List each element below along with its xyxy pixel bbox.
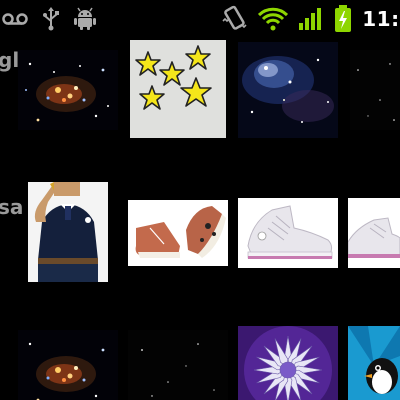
row-label-2: sa: [0, 195, 24, 219]
image-grid: gle sa: [0, 38, 400, 400]
android-debug-icon: [74, 7, 96, 31]
thumbnail-nebula-space[interactable]: [238, 42, 338, 138]
status-clock: 11:0: [362, 7, 400, 31]
thumbnail-dark-starfield[interactable]: [350, 50, 400, 130]
status-bar: 11:0: [0, 0, 400, 38]
thumbnail-galaxy-stars[interactable]: [18, 50, 118, 130]
battery-charging-icon: [334, 5, 352, 33]
thumbnail-brown-sneakers[interactable]: [128, 200, 228, 266]
usb-icon: [42, 7, 60, 31]
thumbnail-white-sneaker[interactable]: [238, 198, 338, 268]
thumbnail-dark-starfield-2[interactable]: [128, 330, 228, 400]
vibrate-icon: [220, 5, 248, 33]
thumbnail-man-polo-shirt[interactable]: [28, 182, 108, 282]
thumbnail-purple-sunburst[interactable]: [238, 326, 338, 400]
wifi-icon: [258, 7, 289, 31]
signal-icon: [298, 7, 324, 31]
thumbnail-white-sneaker-partial[interactable]: [348, 198, 400, 268]
thumbnail-galaxy-stars-2[interactable]: [18, 330, 118, 400]
voicemail-icon: [2, 11, 28, 27]
thumbnail-yellow-stars-drawing[interactable]: [130, 40, 226, 138]
thumbnail-penguin-blue[interactable]: [348, 326, 400, 400]
